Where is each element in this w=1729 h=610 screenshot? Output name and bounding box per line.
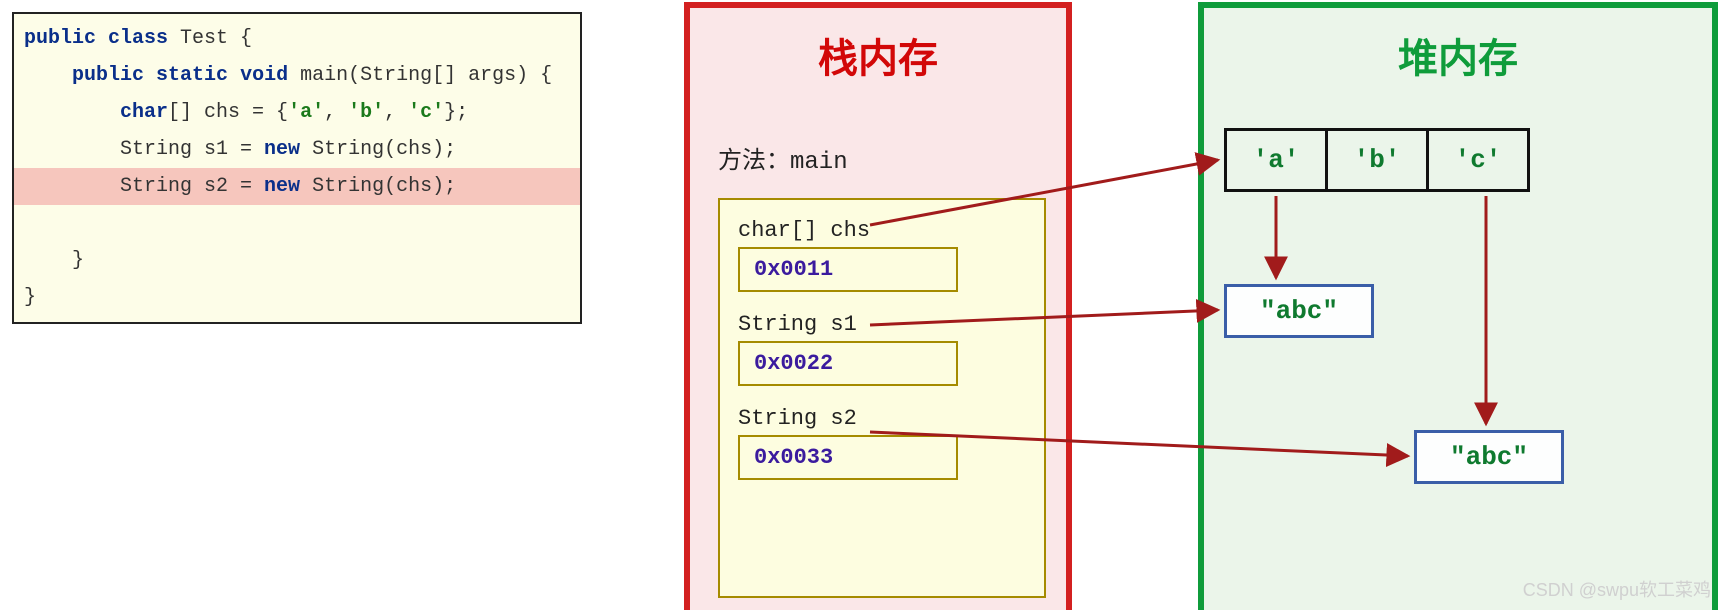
char-cell-b: 'b' <box>1325 128 1429 192</box>
highlighted-line: String s2 = new String(chs); <box>14 168 580 205</box>
addr-box-chs: 0x0011 <box>738 247 958 292</box>
method-label: 方法：main <box>718 140 848 176</box>
char-literal: 'b' <box>348 101 384 124</box>
kw-public: public <box>72 64 144 87</box>
var-label-s2: String s2 <box>738 406 1026 431</box>
string-object-2: "abc" <box>1414 430 1564 484</box>
char-array: 'a' 'b' 'c' <box>1224 128 1530 192</box>
string-object-1: "abc" <box>1224 284 1374 338</box>
stack-title: 栈内存 <box>690 26 1066 84</box>
char-literal: 'c' <box>408 101 444 124</box>
char-cell-c: 'c' <box>1426 128 1530 192</box>
code-text: } <box>24 249 84 272</box>
code-text: String s2 = <box>24 175 264 198</box>
kw-static: static <box>156 64 228 87</box>
addr-box-s1: 0x0022 <box>738 341 958 386</box>
kw-char: char <box>120 101 168 124</box>
code-text: }; <box>444 101 468 124</box>
heap-title: 堆内存 <box>1204 26 1712 84</box>
var-label-chs: char[] chs <box>738 218 1026 243</box>
kw-new: new <box>264 138 300 161</box>
code-text: String(chs); <box>300 138 456 161</box>
kw-public: public <box>24 27 96 50</box>
code-text: String(chs); <box>300 175 456 198</box>
code-text: [] chs = { <box>168 101 288 124</box>
stack-memory-box: 栈内存 方法：main char[] chs 0x0011 String s1 … <box>684 2 1072 610</box>
kw-new: new <box>264 175 300 198</box>
kw-class: class <box>108 27 168 50</box>
kw-void: void <box>240 64 288 87</box>
code-text: main(String[] args) { <box>288 64 552 87</box>
code-text: } <box>24 286 36 309</box>
char-literal: 'a' <box>288 101 324 124</box>
code-block: public class Test { public static void m… <box>14 14 580 322</box>
var-label-s1: String s1 <box>738 312 1026 337</box>
code-panel: public class Test { public static void m… <box>12 12 582 324</box>
code-text: , <box>324 101 348 124</box>
watermark: CSDN @swpu软工菜鸡 <box>1523 576 1711 602</box>
code-text: Test { <box>168 27 252 50</box>
code-text: String s1 = <box>24 138 264 161</box>
code-text: , <box>384 101 408 124</box>
addr-box-s2: 0x0033 <box>738 435 958 480</box>
char-cell-a: 'a' <box>1224 128 1328 192</box>
stack-frame: char[] chs 0x0011 String s1 0x0022 Strin… <box>718 198 1046 598</box>
